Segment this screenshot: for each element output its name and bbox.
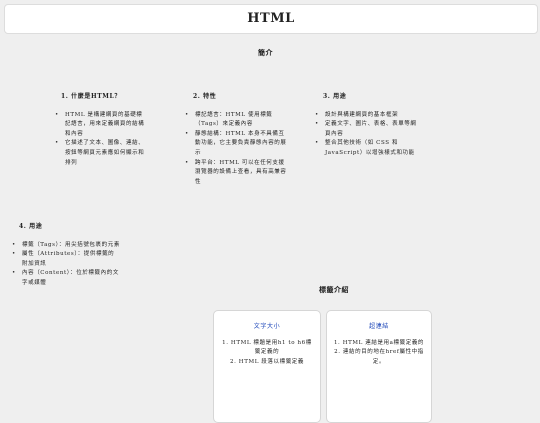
list-item: 1. HTML 連結是用a標籤定義的 — [333, 339, 425, 346]
card-title: 超連結 — [369, 323, 389, 330]
intro-col-what: 1. 什麼是HTML？ HTML 是構建網頁的基礎標記語言，用來定義網頁的結構和… — [55, 92, 148, 168]
intro-col-uses: 3. 用途 設計與構建網頁的基本框架 定義文字、圖片、表格、表單等網頁內容 整合… — [315, 92, 421, 159]
list-item: 屬性（Attributes）：提供標籤的附加資訊 — [12, 250, 120, 269]
list-item: 1. HTML 標題是用h1 to h6標籤定義的 — [222, 339, 312, 356]
list-item: 設計與構建網頁的基本框架 — [315, 111, 421, 121]
section-heading: 4. 用途 — [19, 223, 43, 230]
list-item: 標籤（Tags）：用尖括號包裹的元素 — [12, 241, 120, 251]
list-item: 跨平台：HTML 可以在任何支援瀏覽器的設備上查看，具有高兼容性 — [185, 159, 289, 188]
intro-title: 簡介 — [258, 48, 273, 57]
list-item: 標記語言：HTML 使用標籤（Tags）來定義內容 — [185, 111, 289, 130]
list-item: 2. 連結的目的地在href屬性中指定。 — [334, 349, 424, 365]
list-item: 整合其他技術（如 CSS 和 JavaScript）以增強樣式和功能 — [315, 139, 421, 158]
intro-col-features: 2. 特性 標記語言：HTML 使用標籤（Tags）來定義內容 靜態結構：HTM… — [185, 92, 289, 187]
list-item: 2. HTML 段落以標籤定義 — [230, 358, 304, 365]
card-title: 文字大小 — [253, 323, 281, 330]
page-header: HTML — [4, 4, 538, 34]
section-heading: 3. 用途 — [323, 93, 347, 100]
list-item: 內容（Content）：位於標籤內的文字或媒體 — [12, 269, 120, 288]
section-heading: 2. 特性 — [193, 93, 217, 100]
page-title: HTML — [247, 11, 295, 26]
list-item: 靜態結構：HTML 本身不具備互動功能，它主要負責靜態內容的展示 — [185, 130, 289, 159]
tag-card-text-size: 文字大小 1. HTML 標題是用h1 to h6標籤定義的 2. HTML 段… — [213, 310, 321, 423]
tags-title: 標籤介紹 — [319, 285, 349, 294]
list-item: HTML 是構建網頁的基礎標記語言，用來定義網頁的結構和內容 — [55, 111, 148, 140]
tag-card-hyperlink: 超連結 1. HTML 連結是用a標籤定義的 2. 連結的目的地在href屬性中… — [326, 310, 432, 423]
list-item: 它描述了文本、圖像、連結、按鈕等網頁元素應如何顯示和排列 — [55, 139, 148, 168]
list-item: 定義文字、圖片、表格、表單等網頁內容 — [315, 120, 421, 139]
intro-col-syntax: 4. 用途 標籤（Tags）：用尖括號包裹的元素 屬性（Attributes）：… — [12, 222, 120, 289]
section-heading: 1. 什麼是HTML？ — [61, 93, 121, 100]
